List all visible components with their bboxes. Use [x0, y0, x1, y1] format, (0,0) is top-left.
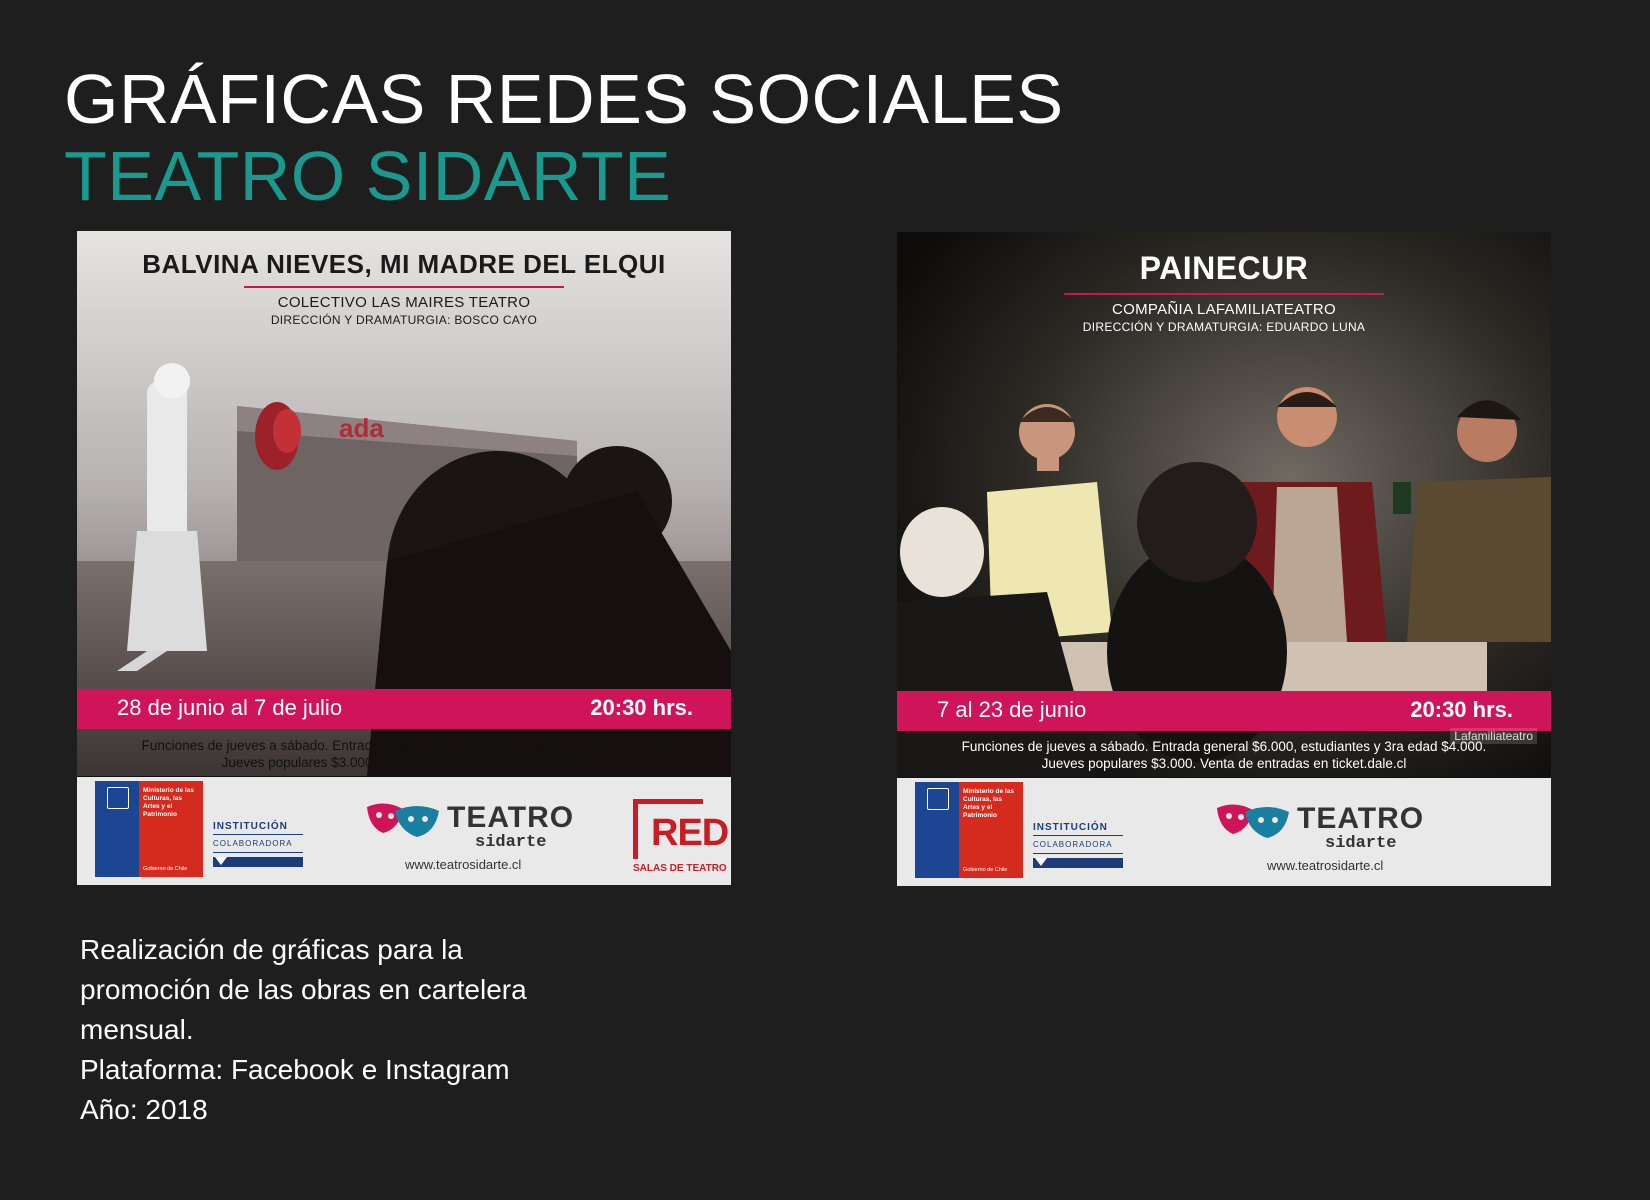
info-line-1: Funciones de jueves a sábado. Entrada ge…	[961, 739, 1487, 754]
project-description: Realización de gráficas para la promoció…	[80, 930, 640, 1130]
info-line-2: Jueves populares $3.000. Venta de entrad…	[1041, 756, 1407, 771]
government-logo: Ministerio de las Culturas, las Artes y …	[915, 782, 1023, 878]
logo-sidarte-text: sidarte	[475, 833, 547, 852]
poster-painecur: PAINECUR COMPAÑIA LAFAMILIATEATRO DIRECC…	[897, 232, 1551, 886]
poster-time: 20:30 hrs.	[1410, 697, 1513, 722]
poster-company: COLECTIVO LAS MAIRES TEATRO	[277, 294, 531, 311]
red-salas-logo: RED SALAS DE TEATRO	[633, 799, 729, 879]
teatro-sidarte-logo: TEATRO sidarte www.teatrosidarte.cl	[365, 797, 575, 877]
poster-title: PAINECUR	[1139, 250, 1309, 286]
page-title: GRÁFICAS REDES SOCIALES	[64, 60, 1064, 138]
ministry-name: Ministerio de las Culturas, las Artes y …	[963, 788, 1014, 819]
title-divider	[244, 286, 564, 288]
institution-bar	[1033, 858, 1123, 868]
shield-icon	[927, 788, 949, 810]
institution-bar	[213, 857, 303, 867]
poster-header: BALVINA NIEVES, MI MADRE DEL ELQUI COLEC…	[77, 249, 731, 327]
poster-dates: 28 de junio al 7 de julio	[117, 695, 343, 720]
government-name: Gobierno de Chile	[963, 867, 1008, 873]
poster-info: Funciones de jueves a sábado. Entrada ge…	[897, 738, 1551, 772]
date-band: 28 de junio al 7 de julio 20:30 hrs.	[77, 689, 731, 729]
teatro-sidarte-logo: TEATRO sidarte www.teatrosidarte.cl	[1215, 798, 1425, 878]
poster-info: Funciones de jueves a sábado. Entrada ge…	[77, 737, 731, 771]
sponsor-bar: Ministerio de las Culturas, las Artes y …	[77, 777, 731, 885]
logo-teatro-text: TEATRO	[447, 801, 575, 834]
red-logo-subtitle: SALAS DE TEATRO	[633, 863, 727, 874]
poster-direction: DIRECCIÓN Y DRAMATURGIA: EDUARDO LUNA	[1082, 320, 1366, 334]
poster-direction: DIRECCIÓN Y DRAMATURGIA: BOSCO CAYO	[270, 313, 538, 327]
description-line-2: promoción de las obras en cartelera	[80, 974, 527, 1005]
institution-line-1: INSTITUCIÓN	[1033, 822, 1123, 836]
institution-line-2: COLABORADORA	[1033, 840, 1123, 854]
government-logo: Ministerio de las Culturas, las Artes y …	[95, 781, 203, 877]
info-line-1: Funciones de jueves a sábado. Entrada ge…	[141, 738, 667, 753]
title-divider	[1064, 293, 1384, 295]
poster-dates: 7 al 23 de junio	[937, 697, 1087, 722]
website-url: www.teatrosidarte.cl	[405, 857, 522, 872]
institution-line-1: INSTITUCIÓN	[213, 821, 303, 835]
description-platform: Plataforma: Facebook e Instagram	[80, 1054, 510, 1085]
description-line-3: mensual.	[80, 1014, 194, 1045]
poster-balvina-nieves: ada BALVINA NIEVES, MI MADRE DEL ELQUI C…	[77, 231, 731, 885]
website-url: www.teatrosidarte.cl	[1267, 858, 1384, 873]
page-subtitle: TEATRO SIDARTE	[64, 137, 672, 215]
page-heading: GRÁFICAS REDES SOCIALES TEATRO SIDARTE	[64, 58, 1064, 212]
government-name: Gobierno de Chile	[143, 866, 188, 872]
photo-sign-text: ada	[339, 413, 384, 443]
poster-time: 20:30 hrs.	[590, 695, 693, 720]
institution-badge: INSTITUCIÓN COLABORADORA	[213, 821, 303, 867]
info-line-2: Jueves populares $3.000. Venta de entrad…	[221, 755, 587, 770]
institution-badge: INSTITUCIÓN COLABORADORA	[1033, 822, 1123, 868]
poster-header: PAINECUR COMPAÑIA LAFAMILIATEATRO DIRECC…	[897, 250, 1551, 334]
logo-teatro-text: TEATRO	[1297, 802, 1425, 835]
logo-sidarte-text: sidarte	[1325, 834, 1397, 853]
date-band: 7 al 23 de junio 20:30 hrs.	[897, 691, 1551, 731]
sponsor-bar: Ministerio de las Culturas, las Artes y …	[897, 778, 1551, 886]
shield-icon	[107, 787, 129, 809]
red-logo-word: RED	[651, 812, 729, 854]
description-line-1: Realización de gráficas para la	[80, 934, 463, 965]
ministry-name: Ministerio de las Culturas, las Artes y …	[143, 787, 194, 818]
poster-title: BALVINA NIEVES, MI MADRE DEL ELQUI	[142, 249, 666, 279]
description-year: Año: 2018	[80, 1094, 208, 1125]
institution-line-2: COLABORADORA	[213, 839, 303, 853]
theatre-masks-icon	[367, 803, 439, 837]
theatre-masks-icon	[1217, 804, 1289, 838]
poster-company: COMPAÑIA LAFAMILIATEATRO	[1112, 301, 1336, 318]
